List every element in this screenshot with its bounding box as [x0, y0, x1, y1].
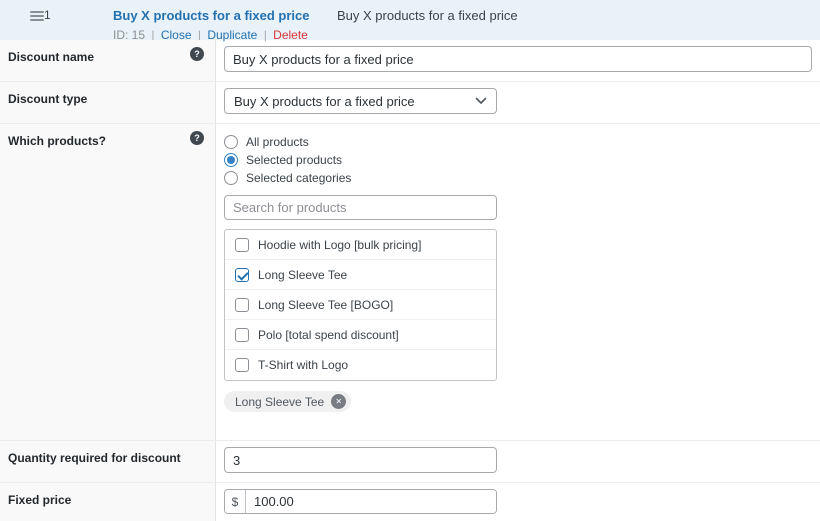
rule-header: 1 Buy X products for a fixed price ID: 1… [0, 0, 820, 42]
which-products-label-cell: Which products? ? [0, 124, 216, 440]
rule-title-block: Buy X products for a fixed price ID: 15 … [113, 7, 310, 42]
discount-name-input[interactable] [224, 46, 812, 72]
fixed-price-label: Fixed price [8, 493, 72, 507]
row-which-products: Which products? ? All products Selected … [0, 124, 820, 441]
discount-name-label: Discount name [8, 50, 95, 64]
checkbox-icon [235, 267, 249, 282]
selected-option-text: Buy X products for a fixed price [234, 93, 415, 109]
product-list-item[interactable]: T-Shirt with Logo [225, 350, 496, 380]
radio-icon [224, 171, 238, 185]
discount-name-field-cell [216, 40, 820, 81]
discount-type-field-cell: Buy X products for a fixed price [216, 82, 820, 123]
quantity-label-cell: Quantity required for discount [0, 441, 216, 482]
rule-title-link[interactable]: Buy X products for a fixed price [113, 8, 310, 23]
fixed-price-field-cell: $ [216, 483, 820, 521]
pricing-rule-editor: 1 Buy X products for a fixed price ID: 1… [0, 0, 820, 521]
help-icon[interactable]: ? [190, 131, 204, 145]
product-list-item[interactable]: Long Sleeve Tee [BOGO] [225, 290, 496, 320]
separator: | [263, 28, 267, 42]
product-list-item[interactable]: Long Sleeve Tee [225, 260, 496, 290]
discount-name-label-cell: Discount name ? [0, 40, 216, 81]
selected-product-tag: Long Sleeve Tee ✕ [224, 391, 352, 412]
radio-icon [224, 135, 238, 149]
product-list: Hoodie with Logo [bulk pricing] Long Sle… [224, 229, 497, 381]
remove-tag-icon[interactable]: ✕ [331, 394, 347, 409]
quantity-label: Quantity required for discount [8, 451, 181, 465]
which-products-field-cell: All products Selected products Selected … [216, 124, 820, 440]
rule-summary: Buy X products for a fixed price [337, 8, 518, 23]
delete-link[interactable]: Delete [273, 28, 308, 42]
radio-option-all-products[interactable]: All products [224, 133, 812, 151]
drag-handle-icon[interactable] [30, 11, 44, 23]
row-discount-name: Discount name ? [0, 40, 820, 82]
tag-label: Long Sleeve Tee [235, 394, 325, 409]
fixed-price-group: $ [224, 489, 497, 514]
chevron-down-icon [475, 97, 487, 104]
checkbox-icon [235, 237, 249, 252]
discount-type-select[interactable]: Buy X products for a fixed price [224, 88, 497, 114]
checkbox-icon [235, 327, 249, 342]
radio-icon [224, 153, 238, 167]
help-icon[interactable]: ? [190, 47, 204, 61]
question-glyph: ? [194, 133, 200, 143]
product-list-item[interactable]: Polo [total spend discount] [225, 320, 496, 350]
product-list-item[interactable]: Hoodie with Logo [bulk pricing] [225, 230, 496, 260]
checkbox-icon [235, 297, 249, 312]
product-scope-radio-group: All products Selected products Selected … [224, 133, 812, 187]
row-quantity: Quantity required for discount [0, 441, 820, 483]
fixed-price-input[interactable] [246, 490, 496, 513]
currency-symbol: $ [225, 490, 246, 513]
which-products-label: Which products? [8, 134, 106, 148]
discount-type-label: Discount type [8, 92, 88, 106]
radio-option-selected-products[interactable]: Selected products [224, 151, 812, 169]
checkbox-icon [235, 358, 249, 372]
x-glyph: ✕ [335, 396, 343, 406]
question-glyph: ? [194, 49, 200, 59]
row-fixed-price: Fixed price $ [0, 483, 820, 521]
fixed-price-label-cell: Fixed price [0, 483, 216, 521]
quantity-field-cell [216, 441, 820, 482]
rule-number: 1 [44, 8, 51, 22]
row-discount-type: Discount type Buy X products for a fixed… [0, 82, 820, 124]
discount-type-label-cell: Discount type [0, 82, 216, 123]
radio-option-selected-categories[interactable]: Selected categories [224, 169, 812, 187]
quantity-input[interactable] [224, 447, 497, 473]
product-search-input[interactable] [224, 195, 497, 220]
